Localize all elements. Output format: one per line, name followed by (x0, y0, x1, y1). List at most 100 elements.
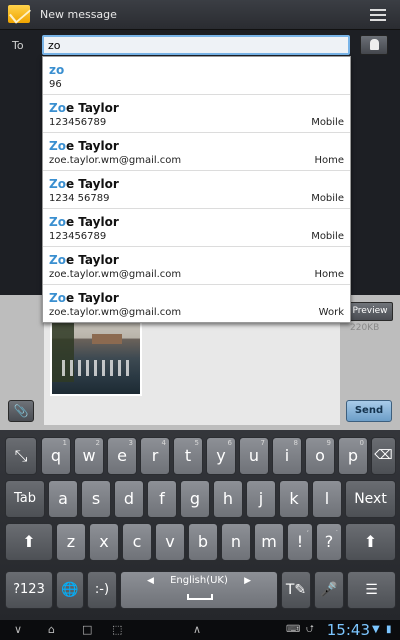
key-label: ? (324, 532, 334, 551)
key-i[interactable]: i8 (272, 437, 302, 475)
suggestion-detail: zoe.taylor.wm@gmail.com (49, 307, 182, 318)
envelope-icon (8, 5, 30, 23)
suggestion-detail: 1234 56789 (49, 193, 110, 204)
key-t[interactable]: t5 (173, 437, 203, 475)
key-l[interactable]: l (312, 480, 342, 518)
key-sublabel: 1 (62, 439, 67, 447)
chevron-up-icon[interactable]: ∧ (193, 623, 201, 637)
suggestion-name: e Taylor (65, 177, 119, 191)
keyboard-language: English(UK) (170, 575, 228, 586)
handwriting-icon[interactable]: T✎ (281, 571, 311, 609)
suggestion-detail: 96 (49, 79, 62, 90)
key-d[interactable]: d (114, 480, 144, 518)
suggestion-name: e Taylor (65, 215, 119, 229)
shift-icon[interactable]: ⬆ (5, 523, 53, 561)
emoticon-key[interactable]: :-) (87, 571, 117, 609)
suggestion-item[interactable]: Zoe Taylor zoe.taylor.wm@gmail.com Work (43, 285, 350, 323)
suggestion-name-match: Zo (49, 139, 66, 153)
tab-key[interactable]: Tab (5, 480, 45, 518)
key-o[interactable]: o9 (305, 437, 335, 475)
suggestion-item[interactable]: Zoe Taylor zoe.taylor.wm@gmail.com Home (43, 133, 350, 171)
key-y[interactable]: y6 (206, 437, 236, 475)
key-v[interactable]: v (155, 523, 185, 561)
suggestion-name: e Taylor (65, 253, 119, 267)
globe-icon[interactable]: 🌐 (56, 571, 84, 609)
key-u[interactable]: u7 (239, 437, 269, 475)
key-m[interactable]: m (254, 523, 284, 561)
suggestion-type: Work (318, 307, 344, 318)
key-f[interactable]: f (147, 480, 177, 518)
screenshot-icon[interactable]: ⬚ (112, 623, 122, 637)
battery-icon: ▮ (386, 624, 392, 635)
key-j[interactable]: j (246, 480, 276, 518)
recipient-input[interactable]: zo (42, 35, 350, 55)
key-e[interactable]: e3 (107, 437, 137, 475)
key-sublabel: 7 (260, 439, 265, 447)
key-label: e (117, 446, 127, 465)
clipboard-icon[interactable]: ☰ (347, 571, 396, 609)
key-label: q (50, 446, 62, 465)
overflow-menu-icon[interactable] (370, 9, 386, 21)
key-x[interactable]: x (89, 523, 119, 561)
hide-keyboard-icon[interactable]: ∨ (14, 623, 22, 637)
key-exclamation[interactable]: !, (287, 523, 313, 561)
key-z[interactable]: z (56, 523, 86, 561)
key-label: y (216, 446, 226, 465)
suggestion-name-match: zo (49, 63, 65, 77)
key-question[interactable]: ?. (316, 523, 342, 561)
shift-icon-right[interactable]: ⬆ (345, 523, 396, 561)
key-label: ! (296, 532, 304, 551)
suggestion-type: Mobile (311, 193, 344, 204)
key-p[interactable]: p0 (338, 437, 368, 475)
key-k[interactable]: k (279, 480, 309, 518)
key-label: p (347, 446, 359, 465)
suggestion-name: e Taylor (65, 139, 119, 153)
preview-button[interactable]: Preview (347, 302, 393, 321)
attached-image-thumbnail[interactable] (50, 320, 142, 396)
soft-keyboard: ⤡ q1 w2 e3 r4 t5 y6 u7 i8 o9 p0 ⌫ Tab a … (0, 430, 400, 620)
send-button[interactable]: Send (346, 400, 392, 422)
paperclip-icon[interactable]: 📎 (8, 400, 34, 422)
key-r[interactable]: r4 (140, 437, 170, 475)
navigation-bar: ∨ ⌂ □ ⬚ ∧ ⌨ ⮍ 15:43 ▼ ▮ (0, 620, 400, 640)
suggestion-name-match: Zo (49, 291, 66, 305)
microphone-icon[interactable]: 🎤 (314, 571, 344, 609)
suggestion-detail: zoe.taylor.wm@gmail.com (49, 269, 182, 280)
backspace-icon[interactable]: ⌫ (371, 437, 396, 475)
symbols-key[interactable]: ?123 (5, 571, 53, 609)
key-q[interactable]: q1 (41, 437, 71, 475)
key-g[interactable]: g (180, 480, 210, 518)
key-sublabel: , (306, 525, 309, 533)
key-sublabel: 0 (359, 439, 364, 447)
key-s[interactable]: s (81, 480, 111, 518)
suggestion-name: e Taylor (65, 291, 119, 305)
space-key[interactable]: ◀ English(UK) ▶ (120, 571, 278, 609)
recent-apps-icon[interactable]: □ (82, 623, 92, 637)
key-label: t (184, 446, 192, 465)
title-bar: New message (0, 0, 400, 30)
home-icon[interactable]: ⌂ (48, 623, 55, 637)
next-key[interactable]: Next (345, 480, 396, 518)
suggestion-item[interactable]: Zoe Taylor 123456789 Mobile (43, 95, 350, 133)
key-w[interactable]: w2 (74, 437, 104, 475)
suggestion-name-match: Zo (49, 215, 66, 229)
key-sublabel: 3 (128, 439, 133, 447)
key-c[interactable]: c (122, 523, 152, 561)
suggestion-item[interactable]: Zoe Taylor 1234 56789 Mobile (43, 171, 350, 209)
suggestion-item[interactable]: zo 96 (43, 57, 350, 95)
key-a[interactable]: a (48, 480, 78, 518)
suggestion-detail: 123456789 (49, 231, 107, 242)
key-sublabel: 5 (194, 439, 199, 447)
suggestion-item[interactable]: Zoe Taylor zoe.taylor.wm@gmail.com Home (43, 247, 350, 285)
contacts-picker-button[interactable] (360, 35, 388, 55)
key-n[interactable]: n (221, 523, 251, 561)
suggestion-item[interactable]: Zoe Taylor 123456789 Mobile (43, 209, 350, 247)
suggestion-detail: 123456789 (49, 117, 107, 128)
key-h[interactable]: h (213, 480, 243, 518)
keyboard-resize-icon[interactable]: ⤡ (5, 437, 37, 475)
usb-icon: ⮍ (306, 624, 315, 635)
wifi-icon: ▼ (372, 624, 380, 635)
key-label: i (284, 446, 290, 465)
key-b[interactable]: b (188, 523, 218, 561)
contact-suggestions: zo 96 Zoe Taylor 123456789 Mobile Zoe Ta… (42, 56, 351, 323)
